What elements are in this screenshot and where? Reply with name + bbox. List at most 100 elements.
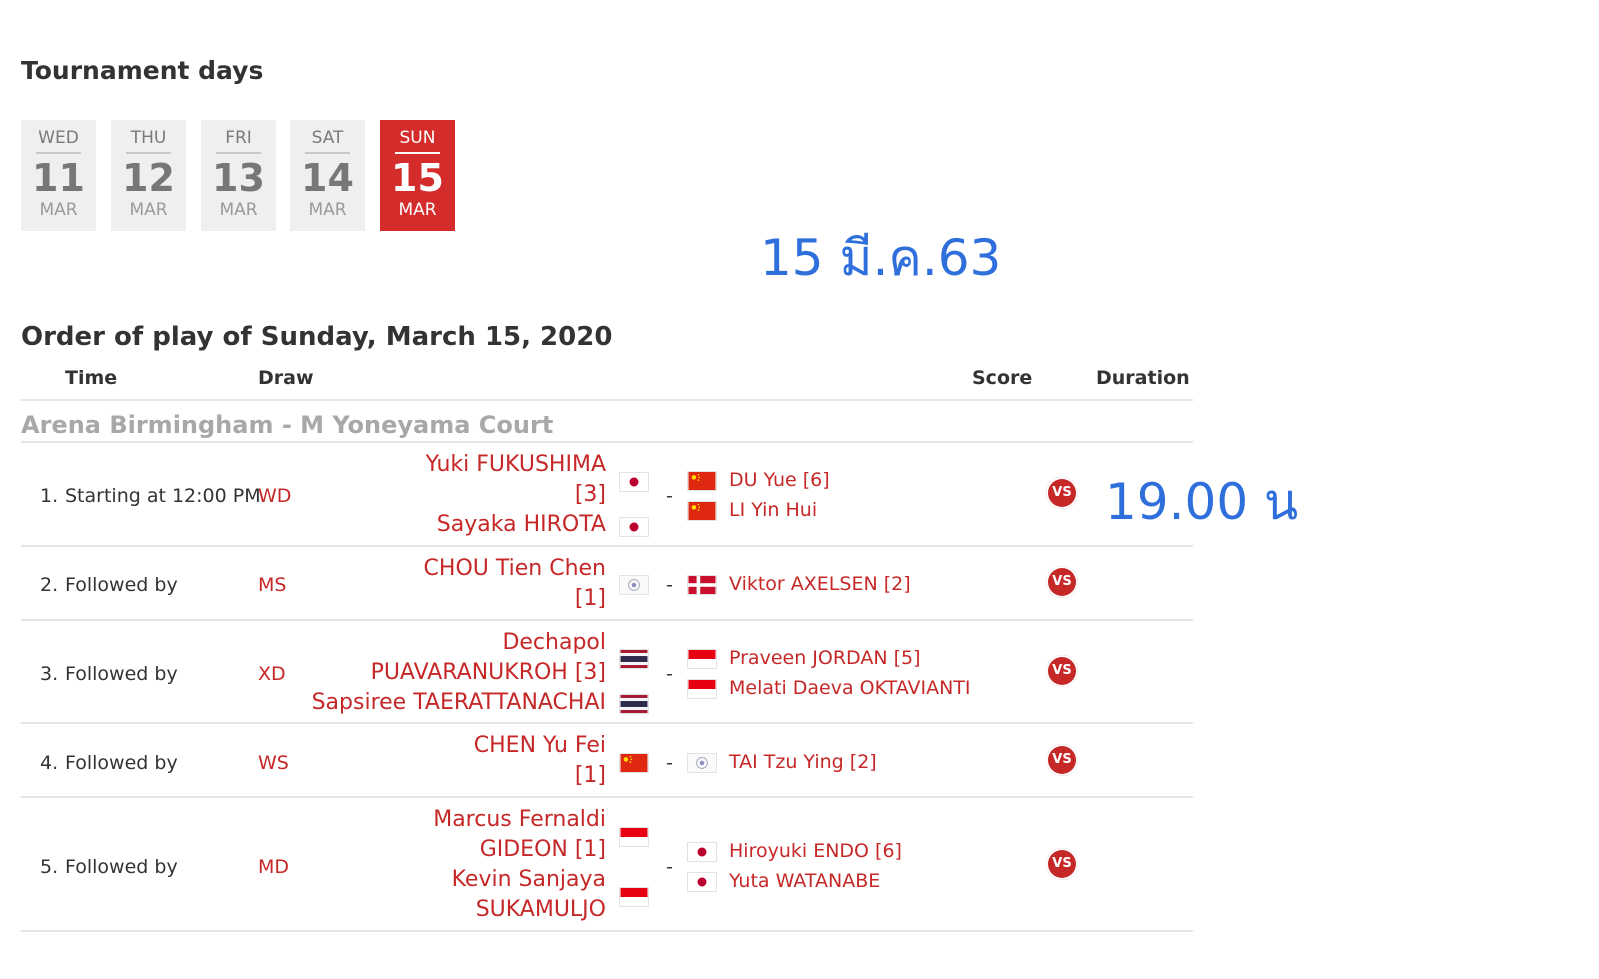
match-draw[interactable]: MS: [258, 574, 286, 596]
month: MAR: [39, 200, 78, 220]
vs-icon[interactable]: VS: [1046, 655, 1078, 687]
match-time: Followed by: [65, 856, 178, 878]
day-tab-fri-13[interactable]: FRI 13 MAR: [201, 120, 276, 231]
match-time: Starting at 12:00 PM: [65, 485, 261, 507]
player-name[interactable]: Kevin Sanjaya: [433, 865, 606, 895]
japan-flag-icon: [687, 842, 717, 862]
versus-dash: -: [666, 663, 673, 685]
player-name[interactable]: LI Yin Hui: [729, 495, 830, 525]
player-name[interactable]: DU Yue [6]: [729, 465, 830, 495]
divider: [126, 152, 171, 154]
thai-time-annotation: 19.00 น: [1105, 473, 1299, 531]
china-flag-icon: [687, 471, 717, 491]
japan-flag-icon: [619, 472, 649, 492]
match-number: 5.: [40, 856, 59, 878]
day-number: 11: [32, 156, 85, 200]
match-draw[interactable]: MD: [258, 856, 289, 878]
versus-dash: -: [666, 485, 673, 507]
versus-dash: -: [666, 856, 673, 878]
day-of-week: WED: [38, 128, 79, 148]
player-name[interactable]: Yuki FUKUSHIMA: [426, 450, 606, 480]
indonesia-flag-icon: [619, 887, 649, 907]
indonesia-flag-icon: [687, 649, 717, 669]
chinese-taipei-flag-icon: [619, 575, 649, 595]
player-name[interactable]: [1]: [474, 761, 606, 791]
month: MAR: [308, 200, 347, 220]
player-name[interactable]: CHEN Yu Fei: [474, 731, 606, 761]
day-of-week: SUN: [399, 128, 436, 148]
vs-icon[interactable]: VS: [1046, 477, 1078, 509]
day-number: 12: [122, 156, 175, 200]
match-draw[interactable]: WS: [258, 752, 289, 774]
player-name[interactable]: Hiroyuki ENDO [6]: [729, 836, 902, 866]
japan-flag-icon: [687, 872, 717, 892]
versus-dash: -: [666, 574, 673, 596]
right-team: Hiroyuki ENDO [6] Yuta WATANABE: [729, 836, 902, 896]
right-team: TAI Tzu Ying [2]: [729, 747, 877, 777]
player-name[interactable]: SUKAMULJO: [433, 895, 606, 925]
player-name[interactable]: GIDEON [1]: [433, 835, 606, 865]
row-divider: [21, 722, 1193, 724]
vs-icon[interactable]: VS: [1046, 744, 1078, 776]
day-tab-sat-14[interactable]: SAT 14 MAR: [290, 120, 365, 231]
player-name[interactable]: Yuta WATANABE: [729, 866, 902, 896]
player-name[interactable]: TAI Tzu Ying [2]: [729, 747, 877, 777]
match-number: 3.: [40, 663, 59, 685]
divider: [216, 152, 261, 154]
left-team: CHEN Yu Fei [1]: [474, 731, 606, 791]
left-team: CHOU Tien Chen [1]: [424, 554, 606, 614]
tournament-days-title: Tournament days: [21, 56, 264, 85]
court-divider: [21, 441, 1193, 443]
row-divider: [21, 930, 1193, 932]
day-tab-thu-12[interactable]: THU 12 MAR: [111, 120, 186, 231]
chinese-taipei-flag-icon: [687, 753, 717, 773]
match-time: Followed by: [65, 752, 178, 774]
japan-flag-icon: [619, 517, 649, 537]
court-name: Arena Birmingham - M Yoneyama Court: [21, 411, 554, 439]
match-time: Followed by: [65, 574, 178, 596]
match-draw[interactable]: WD: [258, 485, 291, 507]
china-flag-icon: [619, 753, 649, 773]
player-name[interactable]: [3]: [426, 480, 606, 510]
column-header-time: Time: [65, 367, 118, 389]
day-of-week: THU: [130, 128, 167, 148]
day-number: 14: [301, 156, 354, 200]
player-name[interactable]: PUAVARANUKROH [3]: [312, 658, 606, 688]
divider: [395, 152, 440, 154]
match-draw[interactable]: XD: [258, 663, 286, 685]
player-name[interactable]: Sapsiree TAERATTANACHAI: [312, 688, 606, 718]
player-name[interactable]: CHOU Tien Chen: [424, 554, 606, 584]
header-divider: [21, 399, 1193, 401]
row-divider: [21, 796, 1193, 798]
indonesia-flag-icon: [619, 827, 649, 847]
match-time: Followed by: [65, 663, 178, 685]
player-name[interactable]: Sayaka HIROTA: [426, 510, 606, 540]
player-name[interactable]: Marcus Fernaldi: [433, 805, 606, 835]
vs-icon[interactable]: VS: [1046, 566, 1078, 598]
player-name[interactable]: Dechapol: [312, 628, 606, 658]
day-tab-wed-11[interactable]: WED 11 MAR: [21, 120, 96, 231]
day-tab-sun-15[interactable]: SUN 15 MAR: [380, 120, 455, 231]
player-name[interactable]: Praveen JORDAN [5]: [729, 643, 971, 673]
indonesia-flag-icon: [687, 679, 717, 699]
vs-icon[interactable]: VS: [1046, 848, 1078, 880]
player-name[interactable]: Melati Daeva OKTAVIANTI: [729, 673, 971, 703]
row-divider: [21, 545, 1193, 547]
divider: [305, 152, 350, 154]
thailand-flag-icon: [619, 649, 649, 669]
month: MAR: [219, 200, 258, 220]
left-team: Dechapol PUAVARANUKROH [3] Sapsiree TAER…: [312, 628, 606, 718]
versus-dash: -: [666, 752, 673, 774]
thailand-flag-icon: [619, 694, 649, 714]
month: MAR: [398, 200, 437, 220]
player-name[interactable]: [1]: [424, 584, 606, 614]
day-of-week: FRI: [225, 128, 252, 148]
match-number: 4.: [40, 752, 59, 774]
player-name[interactable]: Viktor AXELSEN [2]: [729, 569, 911, 599]
match-number: 1.: [40, 485, 59, 507]
thai-date-annotation: 15 มี.ค.63: [760, 229, 1002, 287]
day-of-week: SAT: [311, 128, 344, 148]
order-of-play-title: Order of play of Sunday, March 15, 2020: [21, 322, 613, 352]
column-header-score: Score: [972, 367, 1033, 389]
row-divider: [21, 619, 1193, 621]
